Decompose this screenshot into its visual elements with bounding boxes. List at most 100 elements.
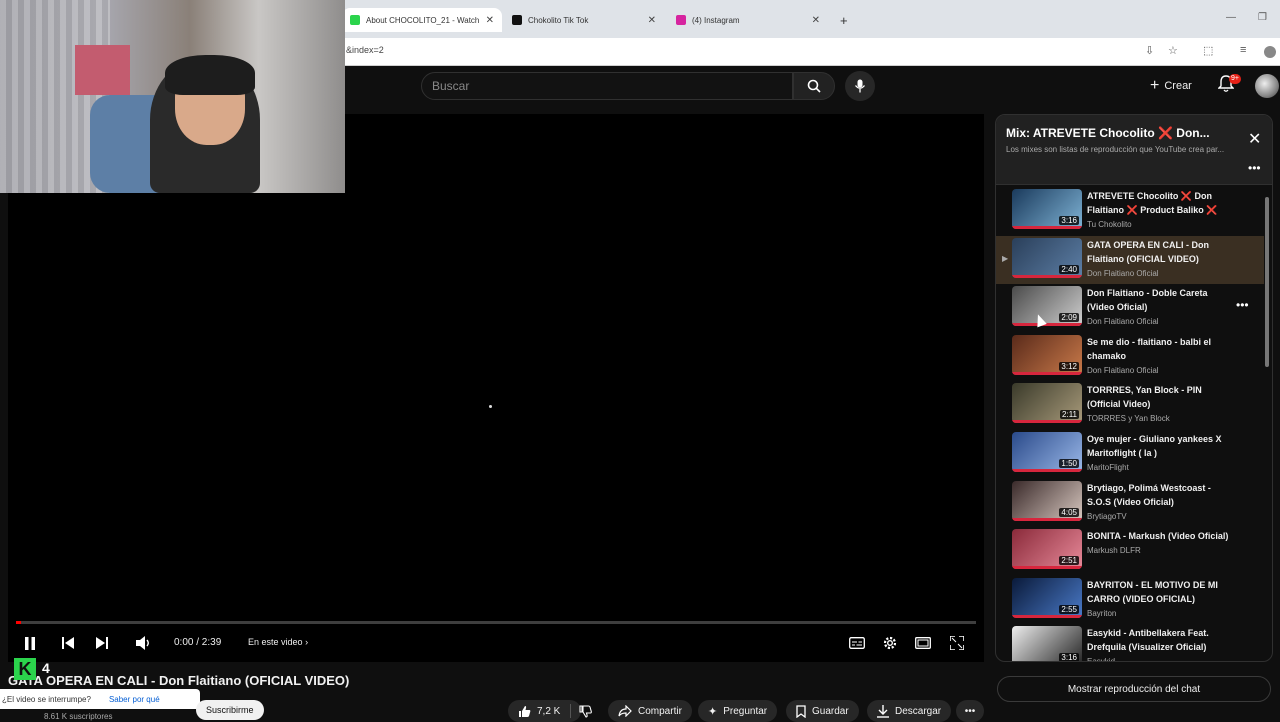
playlist-item-channel: TORRRES y Yan Block — [1087, 414, 1170, 424]
playlist-item-title: ATREVETE Chocolito ❌ Don Flaitiano ❌ Pro… — [1087, 191, 1218, 215]
playlist-item[interactable]: 3:16 Easykid - Antibellakera Feat. Drefqu… — [996, 624, 1264, 662]
dislike-button[interactable] — [573, 700, 598, 722]
save-button[interactable]: Guardar — [786, 700, 859, 722]
playlist-item-title: Don Flaitiano - Doble Careta (Video Ofic… — [1087, 288, 1208, 313]
video-thumbnail[interactable]: 2:40 — [1012, 237, 1082, 278]
video-thumbnail[interactable]: 3:16 — [1012, 189, 1082, 229]
playlist-item-channel: Tu Chokolito — [1087, 220, 1132, 229]
browser-tab-tiktok[interactable]: Chokolito Tik Tok ✕ — [504, 8, 664, 32]
playlist-scrollbar[interactable] — [1264, 187, 1270, 657]
show-chat-replay-button[interactable]: Mostrar reproducción del chat — [997, 676, 1271, 702]
download-button[interactable]: Descargar — [867, 700, 952, 722]
like-button[interactable]: 7,2 K — [508, 700, 582, 722]
watched-bar — [1012, 614, 1082, 618]
playlist-item[interactable]: 2:51 BONITA - Markush (Video Oficial) Mark… — [996, 527, 1264, 575]
browser-tab-chocolito[interactable]: About CHOCOLITO_21 - Watch ✕ — [342, 8, 502, 32]
url-field[interactable]: &index=2 — [346, 45, 384, 55]
duration-badge: 3:16 — [1059, 653, 1079, 662]
previous-button[interactable] — [60, 633, 76, 653]
share-button[interactable]: Compartir — [608, 700, 692, 722]
media-controls-icon[interactable]: ≡ — [1240, 44, 1246, 56]
playlist-item-text: Oye mujer - Giuliano yankees X Maritofli… — [1087, 432, 1232, 472]
pause-button[interactable] — [22, 633, 38, 653]
restore-icon[interactable]: ❐ — [1258, 12, 1267, 23]
video-thumbnail[interactable]: 3:16 — [1012, 626, 1082, 662]
next-icon — [96, 637, 108, 649]
search-button[interactable] — [793, 72, 835, 100]
playlist-item[interactable]: 4:05 Brytiago, Polimá Westcoast - S.O.S (… — [996, 479, 1264, 527]
bookmark-star-icon[interactable]: ☆ — [1168, 44, 1178, 57]
playlist-item-text: Brytiago, Polimá Westcoast - S.O.S (Vide… — [1087, 481, 1232, 521]
playlist-item-channel: Easykid — [1087, 657, 1116, 662]
search-input[interactable]: Buscar — [432, 79, 469, 93]
playlist-item-title: BAYRITON - EL MOTIVO DE MI CARRO (VIDEO … — [1087, 579, 1218, 604]
chapters-button[interactable]: En este video › — [248, 637, 308, 647]
close-tab-icon[interactable]: ✕ — [812, 15, 820, 26]
playlist-item-channel: Don Flaitiano Oficial — [1087, 317, 1159, 327]
video-thumbnail[interactable]: 3:12 — [1012, 334, 1082, 375]
playlist-title[interactable]: Mix: ATREVETE Chocolito ❌ Don... — [1006, 126, 1226, 140]
duration-badge: 2:51 — [1059, 556, 1079, 566]
sparkle-icon: ✦ — [708, 705, 718, 718]
profile-icon[interactable] — [1264, 46, 1276, 58]
create-button[interactable]: + Crear — [1150, 74, 1192, 98]
playlist-item[interactable]: 3:12 Se me dio - flaitiano - balbi el cha… — [996, 333, 1264, 381]
progress-bar[interactable] — [16, 621, 976, 624]
video-thumbnail[interactable]: 2:11 — [1012, 383, 1082, 424]
scrollbar-thumb[interactable] — [1265, 197, 1269, 367]
video-thumbnail[interactable]: 2:51 — [1012, 529, 1082, 570]
playlist-item-text: Se me dio - flaitiano - balbi el chamako… — [1087, 335, 1232, 375]
playlist-item[interactable]: 3:16 ATREVETE Chocolito ❌ Don Flaitiano ❌… — [996, 187, 1264, 235]
webcam-person-headphones — [165, 55, 255, 95]
playlist-item[interactable]: 2:55 BAYRITON - EL MOTIVO DE MI CARRO (VI… — [996, 576, 1264, 624]
tab-title: About CHOCOLITO_21 - Watch — [366, 15, 480, 25]
close-icon[interactable]: ✕ — [1248, 129, 1261, 149]
settings-button[interactable] — [881, 633, 899, 653]
pause-icon — [25, 636, 35, 650]
interruption-prompt: ¿El video se interrumpe? Saber por qué — [0, 689, 200, 709]
fullscreen-button[interactable] — [948, 633, 966, 653]
playlist-item-title: BONITA - Markush (Video Oficial) — [1087, 531, 1229, 542]
voice-search-button[interactable] — [845, 71, 875, 101]
theater-mode-button[interactable] — [914, 633, 932, 653]
item-more-icon[interactable]: ••• — [1236, 298, 1249, 312]
close-tab-icon[interactable]: ✕ — [648, 15, 656, 26]
playlist-item-channel: MaritoFlight — [1087, 463, 1129, 472]
playlist-item-channel: Markush DLFR — [1087, 546, 1141, 556]
ask-button[interactable]: ✦ Preguntar — [698, 700, 778, 722]
tab-title: (4) Instagram — [692, 15, 740, 25]
learn-why-link[interactable]: Saber por qué — [109, 695, 160, 704]
minimize-icon[interactable]: — — [1226, 12, 1236, 23]
extensions-icon[interactable]: ⬚ — [1203, 44, 1213, 57]
like-divider — [570, 704, 572, 718]
video-thumbnail[interactable]: 4:05 — [1012, 480, 1082, 521]
next-button[interactable] — [94, 633, 110, 653]
video-title: GATA OPERA EN CALI - Don Flaitiano (OFIC… — [8, 673, 350, 688]
install-app-icon[interactable]: ⇩ — [1145, 44, 1154, 57]
search-box[interactable]: Buscar — [421, 72, 793, 100]
more-actions-button[interactable]: ••• — [956, 700, 984, 722]
tab-title: Chokolito Tik Tok — [528, 15, 589, 25]
subscribe-button[interactable]: Suscribirme — [196, 700, 264, 720]
volume-button[interactable] — [134, 633, 154, 653]
playlist-item[interactable]: 2:11 TORRRES, Yan Block - PIN (Official V… — [996, 381, 1264, 429]
new-tab-button[interactable]: + — [832, 8, 852, 32]
video-thumbnail[interactable]: 2:09 — [1012, 286, 1082, 327]
video-player[interactable] — [8, 114, 984, 662]
playlist-item-text: GATA OPERA EN CALI - Don Flaitiano (OFIC… — [1087, 238, 1232, 278]
playlist-more-icon[interactable]: ••• — [1248, 161, 1261, 175]
subtitles-button[interactable] — [848, 633, 866, 653]
video-thumbnail[interactable]: 2:55 — [1012, 577, 1082, 618]
video-thumbnail[interactable]: 1:50 — [1012, 432, 1082, 472]
playlist-item-text: BONITA - Markush (Video Oficial) Markush … — [1087, 529, 1232, 555]
browser-tab-instagram[interactable]: (4) Instagram ✕ — [668, 8, 828, 32]
account-avatar[interactable] — [1255, 74, 1279, 98]
plus-icon: + — [1150, 77, 1160, 94]
playlist-item-channel: Don Flaitiano Oficial — [1087, 365, 1159, 375]
duration-badge: 2:40 — [1059, 264, 1079, 274]
playlist-item[interactable]: 1:50 Oye mujer - Giuliano yankees X Marit… — [996, 430, 1264, 478]
duration-badge: 3:16 — [1059, 216, 1079, 225]
playlist-item[interactable]: ▶ 2:40 GATA OPERA EN CALI - Don Flaitiano … — [996, 235, 1264, 284]
close-tab-icon[interactable]: ✕ — [486, 15, 494, 26]
chat-replay-label: Mostrar reproducción del chat — [1067, 683, 1201, 695]
